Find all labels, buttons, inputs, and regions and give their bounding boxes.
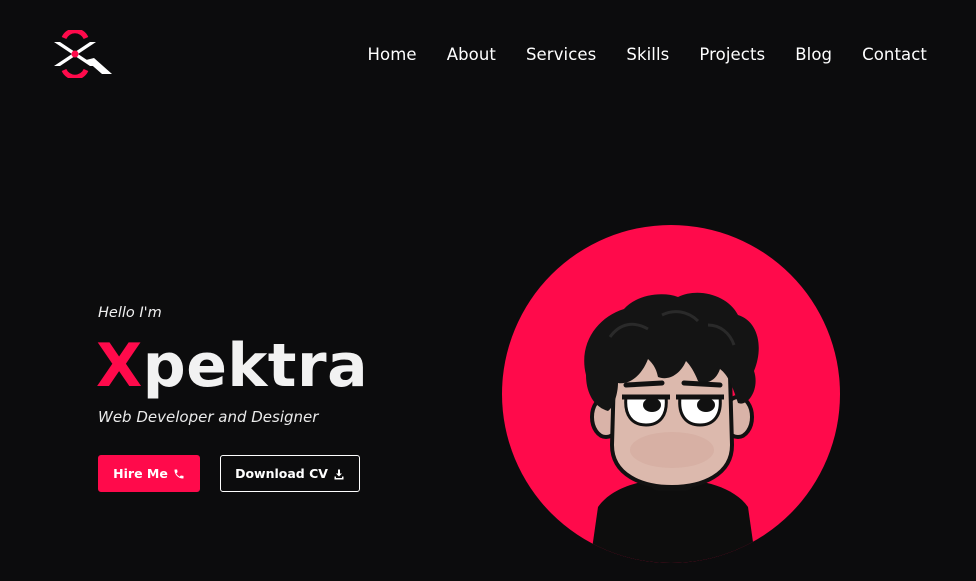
hero-name-first-letter: X bbox=[96, 331, 143, 401]
hire-me-label: Hire Me bbox=[113, 466, 168, 481]
logo-icon[interactable] bbox=[50, 30, 116, 78]
page: Home About Services Skills Projects Blog… bbox=[0, 0, 976, 581]
phone-icon bbox=[174, 469, 184, 478]
nav-item-blog[interactable]: Blog bbox=[795, 44, 832, 66]
nav-item-contact[interactable]: Contact bbox=[862, 44, 927, 66]
download-cv-label: Download CV bbox=[235, 466, 328, 481]
hero-greeting: Hello I'm bbox=[98, 305, 162, 321]
nav-item-skills[interactable]: Skills bbox=[626, 44, 669, 66]
avatar-illustration bbox=[502, 225, 840, 563]
nav-item-home[interactable]: Home bbox=[368, 44, 417, 66]
download-cv-button[interactable]: Download CV bbox=[220, 455, 360, 492]
hero-name-rest: pektra bbox=[142, 331, 369, 401]
hire-me-button[interactable]: Hire Me bbox=[98, 455, 200, 492]
nav-item-projects[interactable]: Projects bbox=[699, 44, 765, 66]
main-nav: Home About Services Skills Projects Blog… bbox=[368, 44, 927, 66]
nav-item-services[interactable]: Services bbox=[526, 44, 596, 66]
nav-item-about[interactable]: About bbox=[447, 44, 496, 66]
download-icon bbox=[334, 469, 344, 479]
hero-name: Xpektra bbox=[96, 330, 368, 402]
hero-role: Web Developer and Designer bbox=[98, 408, 319, 426]
